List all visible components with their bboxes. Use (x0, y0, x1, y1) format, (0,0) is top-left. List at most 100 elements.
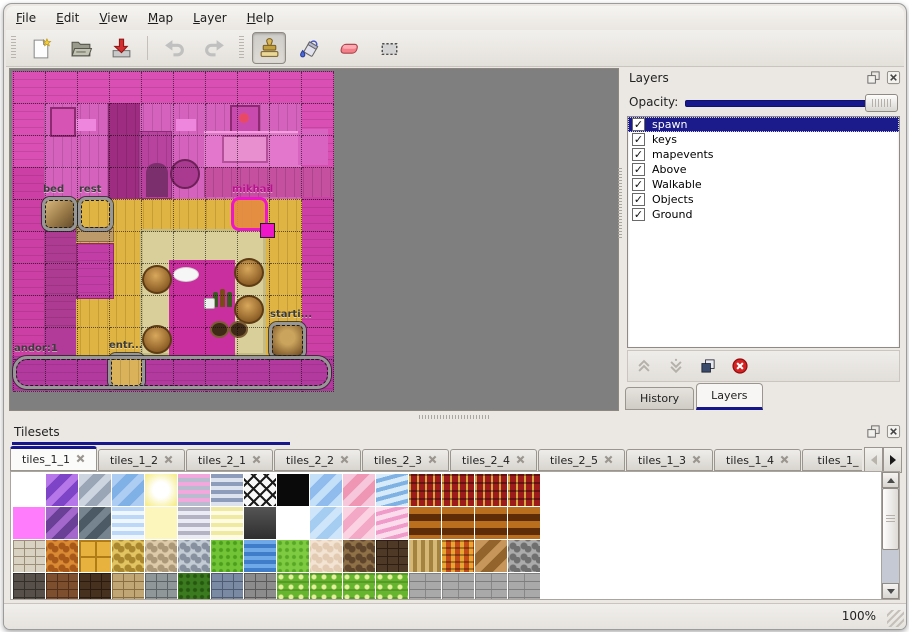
map-object-bed[interactable] (42, 197, 77, 231)
palette-tile[interactable] (409, 507, 441, 539)
tileset-tab-tiles_2_2[interactable]: tiles_2_2 (274, 449, 361, 471)
new-file-button[interactable] (24, 32, 58, 64)
raise-layer-button[interactable] (630, 354, 658, 378)
palette-tile[interactable] (112, 507, 144, 539)
palette-tile[interactable] (46, 573, 78, 600)
palette-tile[interactable] (475, 507, 507, 539)
palette-tile[interactable] (178, 474, 210, 506)
palette-tile[interactable] (46, 507, 78, 539)
palette-tile[interactable] (475, 540, 507, 572)
layer-visibility-checkbox[interactable]: ✓ (632, 178, 645, 191)
layer-visibility-checkbox[interactable]: ✓ (632, 163, 645, 176)
palette-tile[interactable] (244, 474, 276, 506)
palette-tile[interactable] (112, 540, 144, 572)
palette-tile[interactable] (178, 540, 210, 572)
palette-tile[interactable] (145, 540, 177, 572)
layer-row-mapevents[interactable]: ✓mapevents (628, 147, 899, 162)
map-canvas[interactable]: bedrestmikhailstarti...entr...andor:1 (12, 71, 334, 391)
tab-close-icon[interactable] (164, 454, 173, 467)
palette-tile[interactable] (277, 540, 309, 572)
scroll-tabs-left-button[interactable] (864, 447, 883, 473)
eraser-tool-button[interactable] (332, 32, 366, 64)
fill-tool-button[interactable] (292, 32, 326, 64)
close-panel-button[interactable] (885, 423, 902, 440)
tileset-tab-tiles_2_1[interactable]: tiles_2_1 (186, 449, 273, 471)
palette-tile[interactable] (409, 573, 441, 600)
redo-button[interactable] (197, 32, 231, 64)
palette-tile[interactable] (376, 540, 408, 572)
horizontal-splitter[interactable] (4, 412, 906, 421)
tileset-tab-tiles_1_4[interactable]: tiles_1_4 (714, 449, 801, 471)
palette-tile[interactable] (112, 573, 144, 600)
palette-tile[interactable] (508, 540, 540, 572)
palette-tile[interactable] (145, 573, 177, 600)
palette-tile[interactable] (178, 507, 210, 539)
palette-tile[interactable] (409, 540, 441, 572)
layer-row-Above[interactable]: ✓Above (628, 162, 899, 177)
palette-tile[interactable] (79, 573, 111, 600)
menu-edit[interactable]: Edit (46, 8, 89, 28)
palette-tile[interactable] (79, 507, 111, 539)
menu-map[interactable]: Map (138, 8, 183, 28)
opacity-slider-handle[interactable] (865, 94, 898, 112)
palette-tile[interactable] (277, 507, 309, 539)
dock-tab-layers[interactable]: Layers (696, 383, 762, 410)
palette-tile[interactable] (343, 540, 375, 572)
undo-button[interactable] (157, 32, 191, 64)
palette-tile[interactable] (79, 540, 111, 572)
palette-tile[interactable] (13, 540, 45, 572)
palette-tile[interactable] (178, 573, 210, 600)
palette-tile[interactable] (475, 474, 507, 506)
layer-row-keys[interactable]: ✓keys (628, 132, 899, 147)
palette-tile[interactable] (310, 507, 342, 539)
tab-close-icon[interactable] (428, 454, 437, 467)
float-panel-button[interactable] (865, 423, 882, 440)
palette-tile[interactable] (508, 507, 540, 539)
resize-grip[interactable] (887, 610, 904, 627)
tileset-tab-tiles_1_[interactable]: tiles_1_ (802, 449, 862, 471)
stamp-tool-button[interactable] (252, 32, 286, 64)
map-object-rest[interactable] (78, 197, 113, 231)
scrollbar-thumb[interactable] (882, 488, 899, 550)
tileset-palette[interactable] (10, 471, 900, 600)
open-file-button[interactable] (64, 32, 98, 64)
palette-tile[interactable] (46, 474, 78, 506)
palette-tile[interactable] (13, 507, 45, 539)
layer-visibility-checkbox[interactable]: ✓ (632, 133, 645, 146)
palette-tile[interactable] (508, 573, 540, 600)
opacity-slider[interactable] (685, 92, 898, 112)
close-panel-button[interactable] (885, 69, 902, 86)
palette-tile[interactable] (277, 573, 309, 600)
layer-visibility-checkbox[interactable]: ✓ (632, 193, 645, 206)
palette-tile[interactable] (310, 540, 342, 572)
palette-tile[interactable] (211, 573, 243, 600)
delete-layer-button[interactable] (726, 354, 754, 378)
save-file-button[interactable] (104, 32, 138, 64)
palette-tile[interactable] (244, 507, 276, 539)
palette-tile[interactable] (442, 540, 474, 572)
palette-tile[interactable] (145, 507, 177, 539)
map-object-mikhail[interactable] (231, 197, 268, 231)
layer-row-Walkable[interactable]: ✓Walkable (628, 177, 899, 192)
rect-select-tool-button[interactable] (372, 32, 406, 64)
palette-tile[interactable] (442, 474, 474, 506)
palette-tile[interactable] (310, 573, 342, 600)
selection-handle[interactable] (260, 223, 275, 238)
palette-tile[interactable] (112, 474, 144, 506)
layer-row-Ground[interactable]: ✓Ground (628, 207, 899, 222)
menu-layer[interactable]: Layer (183, 8, 236, 28)
tileset-tab-tiles_2_5[interactable]: tiles_2_5 (538, 449, 625, 471)
tab-close-icon[interactable] (340, 454, 349, 467)
palette-tile[interactable] (310, 474, 342, 506)
menu-help[interactable]: Help (237, 8, 284, 28)
tab-close-icon[interactable] (252, 454, 261, 467)
menu-view[interactable]: View (89, 8, 137, 28)
palette-tile[interactable] (376, 507, 408, 539)
scroll-up-button[interactable] (882, 472, 899, 488)
tileset-tab-tiles_2_4[interactable]: tiles_2_4 (450, 449, 537, 471)
tab-close-icon[interactable] (780, 454, 789, 467)
layer-row-Objects[interactable]: ✓Objects (628, 192, 899, 207)
palette-scrollbar[interactable] (881, 472, 899, 599)
layer-visibility-checkbox[interactable]: ✓ (632, 148, 645, 161)
palette-tile[interactable] (211, 474, 243, 506)
